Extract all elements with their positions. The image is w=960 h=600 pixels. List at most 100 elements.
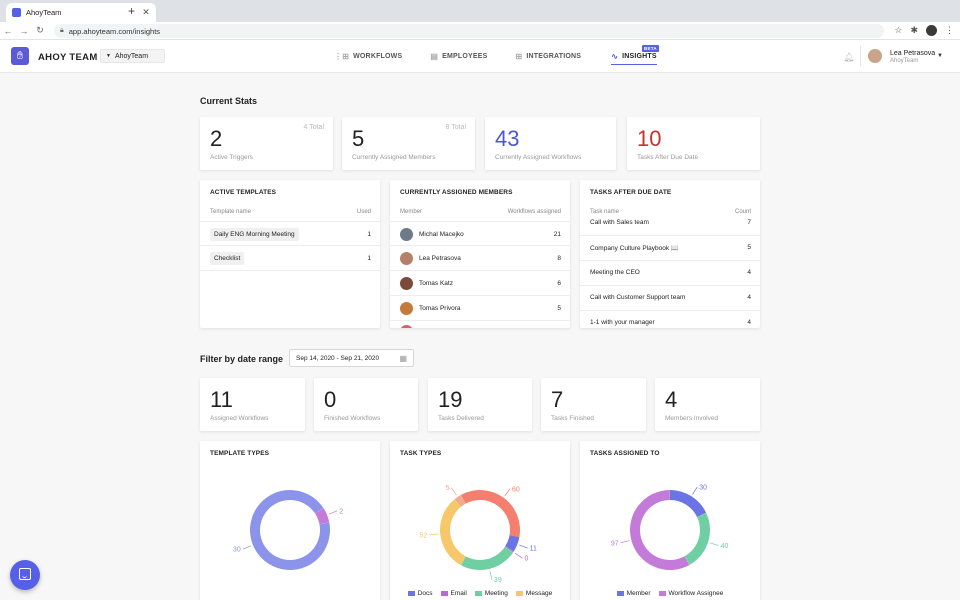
task-types-donut: 110 39 52 5 60 — [419, 485, 537, 584]
task-count: 4 — [747, 294, 751, 301]
assigned-members-panel: CURRENTLY ASSIGNED MEMBERS Member Workfl… — [390, 180, 570, 328]
donut-slice[interactable] — [440, 499, 466, 566]
label-leader-line — [519, 544, 528, 549]
label-leader-line — [692, 486, 698, 495]
caret-down-icon[interactable]: ▼ — [937, 53, 943, 59]
member-name: Tomas Katz — [419, 280, 453, 287]
donut-slice[interactable] — [670, 490, 707, 518]
bell-icon[interactable]: 🔔︎ — [843, 52, 854, 63]
task-count: 5 — [747, 244, 751, 251]
nav-workflows[interactable]: ⋮⊞ WORKFLOWS — [334, 52, 402, 61]
url-text: app.ahoyteam.com/insights — [68, 26, 161, 36]
new-tab-icon[interactable]: + — [128, 4, 135, 18]
stat-value: 19 — [438, 387, 463, 412]
user-avatar[interactable] — [868, 49, 882, 63]
template-types-donut: 30 2 — [233, 490, 343, 570]
table-row[interactable]: 1-1 with your manager 4 — [580, 311, 760, 328]
stat-value: 43 — [495, 126, 520, 151]
donut-slice[interactable] — [461, 546, 513, 570]
data-label: 39 — [494, 577, 502, 584]
stat-label: Tasks Finished — [551, 415, 594, 422]
tab-title: AhoyTeam — [26, 8, 62, 17]
table-row[interactable]: Meeting the CEO 4 — [580, 261, 760, 286]
table-row[interactable]: Lea Petrasova 8 — [390, 246, 570, 271]
browser-tabstrip: AhoyTeam ✕ + — [0, 0, 960, 22]
team-select[interactable]: ▼ AhoyTeam — [100, 49, 165, 63]
legend-item[interactable]: Workflow Assignee — [658, 590, 724, 597]
label-leader-line — [429, 533, 439, 536]
table-row[interactable]: Daily ENG Morning Meeting 1 — [200, 221, 380, 246]
profile-avatar[interactable] — [926, 25, 937, 36]
forward-icon[interactable]: → — [16, 26, 32, 36]
legend-label: Workflow Assignee — [668, 590, 724, 597]
legend-item[interactable]: Message — [515, 590, 552, 597]
nav-label: INTEGRATIONS — [526, 53, 582, 60]
member-name: Michal Macejko — [419, 231, 464, 238]
stat-value: 0 — [324, 387, 337, 412]
table-row[interactable]: Call with Sales team 7 — [580, 214, 760, 236]
table-row[interactable]: Tomas Katz 6 — [390, 271, 570, 296]
table-row[interactable]: Call with Customer Support team 4 — [580, 286, 760, 311]
stat-label: Assigned Workflows — [210, 415, 269, 422]
member-name: Lea Petrasova — [419, 255, 461, 262]
reload-icon[interactable]: ↻ — [32, 25, 48, 36]
nav-insights[interactable]: ∿ INSIGHTS BETA — [611, 45, 659, 65]
donut-slice[interactable] — [684, 512, 710, 565]
panel-title: CURRENTLY ASSIGNED MEMBERS — [400, 189, 513, 196]
task-count: 7 — [747, 219, 751, 226]
data-label: 60 — [512, 486, 520, 493]
user-name[interactable]: Lea Petrasova — [890, 50, 935, 57]
member-avatar — [400, 302, 413, 315]
extensions-icon[interactable]: ✱ — [910, 25, 918, 36]
date-range-picker[interactable]: Sep 14, 2020 - Sep 21, 2020 ▦ — [289, 349, 414, 367]
nav-integrations[interactable]: ⊞ INTEGRATIONS — [516, 52, 582, 61]
current-stats-title: Current Stats — [200, 96, 258, 106]
legend-item[interactable]: Docs — [407, 590, 433, 597]
back-icon[interactable]: ← — [0, 26, 16, 36]
member-avatar — [400, 228, 413, 241]
label-leader-line — [620, 540, 630, 544]
team-select-value: AhoyTeam — [114, 52, 149, 60]
main-nav: ⋮⊞ WORKFLOWS ▤ EMPLOYEES ⊞ INTEGRATIONS … — [334, 45, 659, 65]
nav-employees[interactable]: ▤ EMPLOYEES — [430, 52, 487, 61]
chart-line-icon: ∿ — [611, 52, 619, 61]
table-row[interactable]: Checklist 1 — [200, 246, 380, 271]
range-stat-card: 19 Tasks Delivered — [428, 378, 532, 431]
template-name: Daily ENG Morning Meeting — [210, 228, 299, 241]
column-header: Workflows assigned — [507, 209, 561, 215]
legend-swatch — [658, 591, 666, 596]
data-label: 52 — [419, 532, 427, 539]
table-row[interactable]: Tomas Privora 5 — [390, 296, 570, 321]
stat-total: 4 Total — [303, 124, 325, 131]
menu-icon[interactable]: ⋮ — [945, 25, 954, 36]
logo-icon[interactable]: ✋︎ — [11, 47, 29, 65]
date-range-value: Sep 14, 2020 - Sep 21, 2020 — [296, 354, 380, 362]
user-team: AhoyTeam — [890, 58, 919, 64]
donut-slice[interactable] — [460, 490, 520, 538]
column-header: Member — [400, 209, 423, 215]
used-count: 1 — [367, 255, 371, 262]
support-chat-button[interactable] — [10, 560, 40, 590]
task-name: Call with Customer Support team — [590, 294, 686, 301]
label-leader-line — [504, 488, 511, 497]
donut-slice[interactable] — [630, 490, 690, 570]
legend-swatch — [440, 591, 448, 596]
browser-toolbar: ← → ↻ 🔒︎ app.ahoyteam.com/insights ☆ ✱ ⋮ — [0, 22, 960, 40]
tasks-assigned-donut: 30 40 97 — [611, 484, 728, 570]
table-row[interactable]: Michal Macejko 21 — [390, 221, 570, 246]
legend-item[interactable]: Meeting — [474, 590, 508, 597]
used-count: 1 — [367, 231, 371, 238]
close-icon[interactable]: ✕ — [140, 7, 152, 18]
address-bar[interactable]: 🔒︎ app.ahoyteam.com/insights — [54, 24, 884, 38]
legend-item[interactable]: Email — [440, 590, 467, 597]
filter-title: Filter by date range — [200, 354, 284, 364]
calendar-icon[interactable]: ▦ — [399, 354, 407, 363]
nav-label: EMPLOYEES — [442, 53, 488, 60]
donut-slice[interactable] — [250, 490, 330, 570]
star-icon[interactable]: ☆ — [894, 25, 902, 36]
stat-label: Tasks Delivered — [438, 415, 484, 422]
legend-swatch — [616, 591, 624, 596]
stat-card-active-triggers: 2 4 Total Active Triggers — [200, 117, 333, 170]
table-row[interactable]: Company Culture Playbook 📖 5 — [580, 236, 760, 261]
legend-item[interactable]: Member — [616, 590, 651, 597]
